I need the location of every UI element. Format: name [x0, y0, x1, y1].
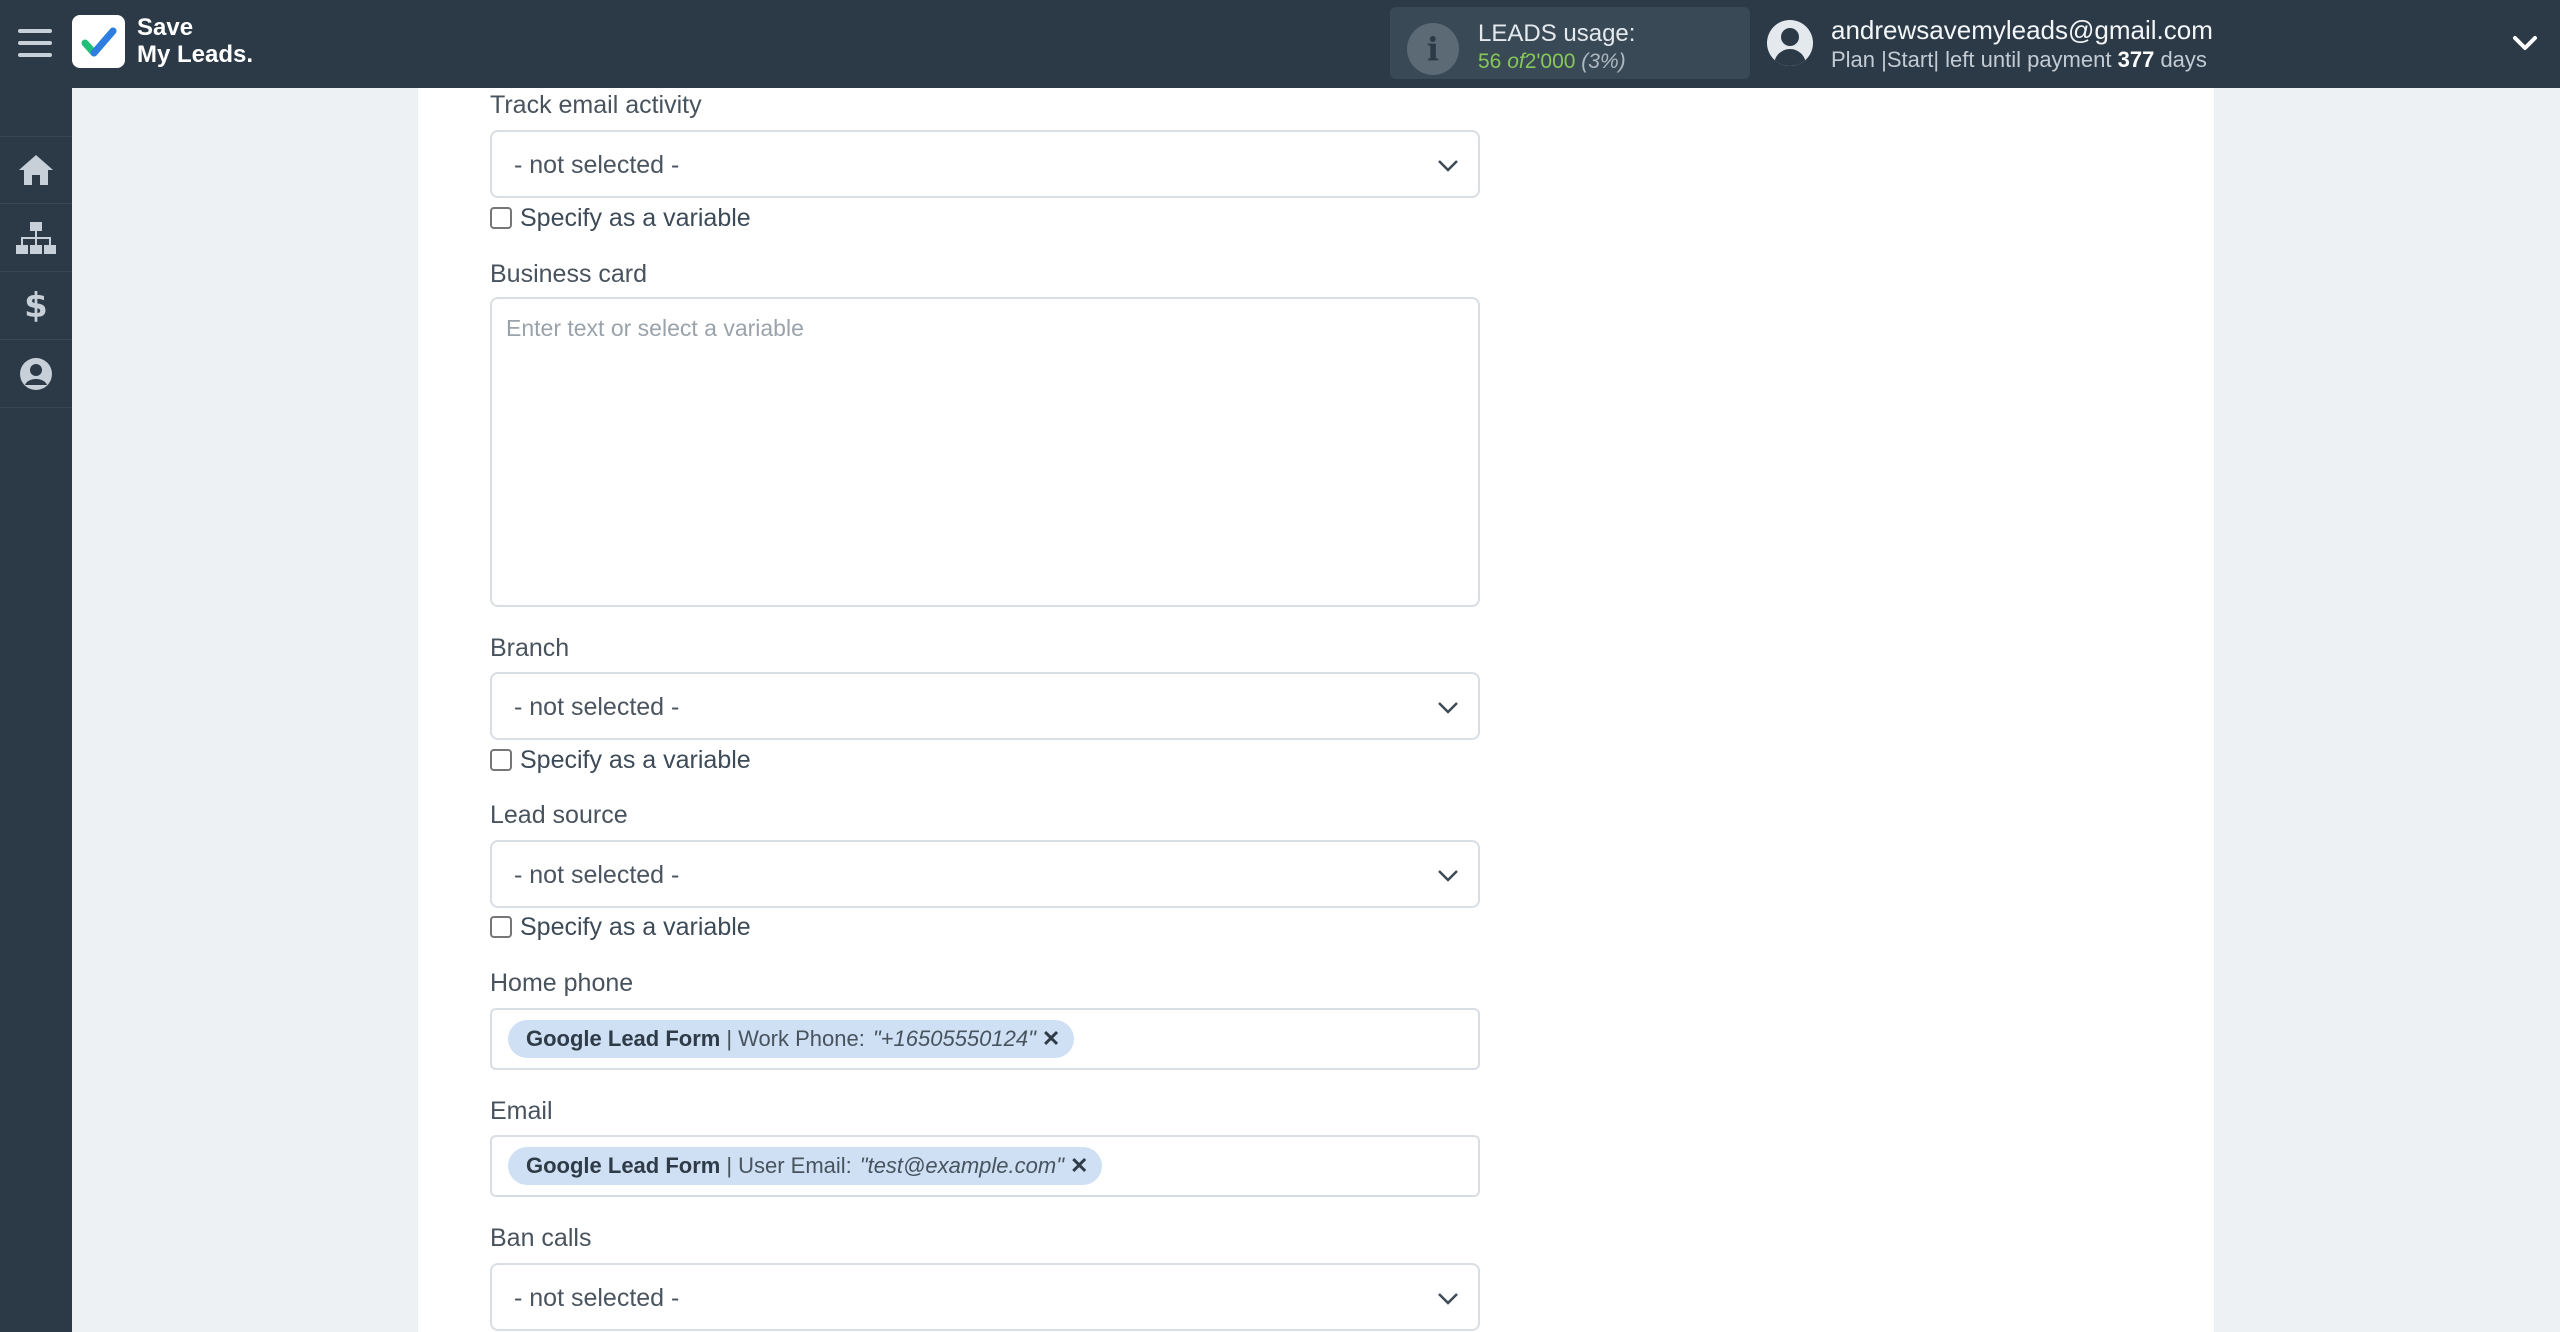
business-card-textarea[interactable]: Enter text or select a variable	[490, 297, 1480, 607]
tag-separator: |	[726, 1026, 733, 1051]
track-email-variable-checkbox[interactable]: Specify as a variable	[490, 203, 751, 233]
sidebar-item-home[interactable]	[0, 136, 72, 204]
checkbox-label: Specify as a variable	[520, 912, 751, 941]
usage-count: 56 of2'000 (3%)	[1478, 50, 1626, 74]
business-card-placeholder: Enter text or select a variable	[506, 315, 804, 341]
email-label: Email	[490, 1097, 553, 1125]
sidebar-item-billing[interactable]: $	[0, 272, 72, 340]
track-email-label: Track email activity	[490, 91, 702, 119]
checkbox[interactable]	[490, 916, 512, 938]
tag-field: Work Phone:	[738, 1026, 865, 1051]
home-phone-label: Home phone	[490, 969, 634, 997]
branch-value: - not selected -	[514, 693, 680, 721]
lead-source-variable-checkbox[interactable]: Specify as a variable	[490, 912, 751, 942]
usage-total: 2'000	[1524, 50, 1576, 73]
tag-value: "test@example.com"	[859, 1153, 1065, 1178]
plan-days-suffix: days	[2160, 47, 2207, 72]
remove-tag-icon[interactable]: ✕	[1042, 1026, 1060, 1052]
email-input[interactable]: Google Lead Form | User Email: "test@exa…	[490, 1135, 1480, 1197]
sidebar-item-connections[interactable]	[0, 204, 72, 272]
logo-icon[interactable]	[72, 15, 125, 68]
logo-line-1: Save	[137, 14, 194, 41]
plan-text: Plan |Start| left until payment	[1831, 47, 2112, 72]
menu-icon[interactable]	[18, 26, 52, 60]
usage-percent: (3%)	[1581, 50, 1626, 73]
chevron-down-icon	[1438, 1293, 1458, 1305]
usage-title: LEADS usage:	[1478, 20, 1636, 47]
info-icon: i	[1407, 23, 1459, 75]
branch-variable-checkbox[interactable]: Specify as a variable	[490, 745, 751, 775]
usage-used: 56	[1478, 50, 1502, 73]
tag-value: "+16505550124"	[872, 1026, 1036, 1051]
chevron-down-icon[interactable]	[2510, 28, 2540, 58]
chevron-down-icon	[1438, 702, 1458, 714]
logo-line-2: My Leads.	[137, 41, 254, 68]
tag-source: Google Lead Form	[526, 1153, 721, 1178]
account-plan: Plan |Start| left until payment 377 days	[1831, 47, 2207, 73]
dollar-icon: $	[24, 285, 48, 326]
checkbox-label: Specify as a variable	[520, 745, 751, 774]
avatar[interactable]	[1767, 20, 1813, 66]
tag-field: User Email:	[738, 1153, 852, 1178]
lead-source-label: Lead source	[490, 801, 628, 829]
user-circle-icon	[20, 357, 52, 390]
logo-text[interactable]: Save My Leads.	[137, 14, 297, 68]
chevron-down-icon	[1438, 160, 1458, 172]
business-card-label: Business card	[490, 260, 648, 288]
checkbox-label: Specify as a variable	[520, 203, 751, 232]
remove-tag-icon[interactable]: ✕	[1070, 1153, 1088, 1179]
home-phone-input[interactable]: Google Lead Form | Work Phone: "+1650555…	[490, 1008, 1480, 1070]
leads-usage-panel: i LEADS usage: 56 of2'000 (3%)	[1390, 7, 1750, 79]
sitemap-icon	[16, 221, 56, 254]
variable-tag: Google Lead Form | Work Phone: "+1650555…	[508, 1020, 1075, 1058]
tag-source: Google Lead Form	[526, 1026, 721, 1051]
account-email[interactable]: andrewsavemyleads@gmail.com	[1831, 15, 2213, 46]
plan-days: 377	[2117, 47, 2155, 72]
checkbox[interactable]	[490, 749, 512, 771]
top-bar: Save My Leads. i LEADS usage: 56 of2'000…	[0, 0, 2560, 88]
branch-select[interactable]: - not selected -	[490, 672, 1480, 740]
chevron-down-icon	[1438, 870, 1458, 882]
usage-of: of	[1507, 50, 1525, 73]
ban-calls-select[interactable]: - not selected -	[490, 1263, 1480, 1331]
sidebar: $	[0, 88, 72, 1332]
checkbox[interactable]	[490, 207, 512, 229]
ban-calls-value: - not selected -	[514, 1284, 680, 1312]
track-email-select[interactable]: - not selected -	[490, 130, 1480, 198]
lead-source-select[interactable]: - not selected -	[490, 840, 1480, 908]
track-email-value: - not selected -	[514, 151, 680, 179]
sidebar-item-account[interactable]	[0, 340, 72, 408]
ban-calls-label: Ban calls	[490, 1224, 592, 1252]
variable-tag: Google Lead Form | User Email: "test@exa…	[508, 1147, 1103, 1185]
home-icon	[19, 155, 53, 185]
branch-label: Branch	[490, 634, 570, 662]
lead-source-value: - not selected -	[514, 861, 680, 889]
tag-separator: |	[726, 1153, 733, 1178]
